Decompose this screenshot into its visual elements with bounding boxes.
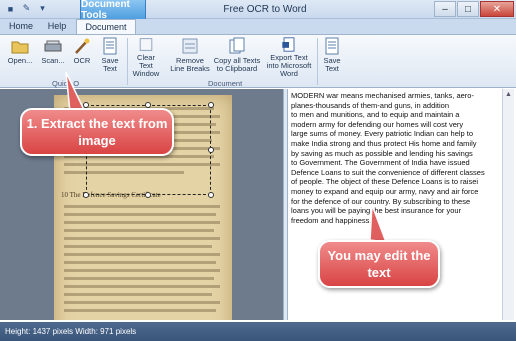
resize-handle[interactable] [145,192,151,198]
tools-icon[interactable]: ✎ [20,2,33,15]
maximize-button[interactable]: □ [457,1,479,17]
down-arrow-icon[interactable]: ▾ [36,2,49,15]
window-controls: – □ ✕ [433,1,514,17]
save-icon[interactable]: ■ [4,2,17,15]
text-line [64,221,220,224]
quick-access-toolbar: ■ ✎ ▾ [4,2,49,15]
ocr-button[interactable]: OCR [70,36,94,78]
text-line [64,237,220,240]
group-label-document: Document [208,79,243,88]
scan-label: Scan... [41,56,65,65]
save-text-label-2: Save Text [323,56,341,73]
text-line [64,293,212,296]
save-text-label: Save Text [101,56,119,73]
remove-line-breaks-button[interactable]: Remove Line Breaks [170,36,210,78]
remove-line-breaks-label: Remove Line Breaks [170,56,210,73]
resize-handle[interactable] [208,192,214,198]
window-title: Free OCR to Word [223,4,307,15]
ribbon-separator [127,38,128,85]
copy-to-clipboard-label: Copy all Texts to Clipboard [213,56,261,73]
resize-handle[interactable] [208,102,214,108]
status-bar: Height: 1437 pixels Width: 971 pixels [0,322,516,341]
text-scrollbar[interactable]: ▲ [502,89,514,320]
copy-to-clipboard-button[interactable]: Copy all Texts to Clipboard [212,36,262,78]
ocr-wand-icon [75,38,90,54]
text-line [64,229,214,232]
clear-text-window-button[interactable]: Clear Text Window [130,36,162,78]
ocr-label: OCR [73,56,91,65]
export-word-icon [282,37,295,52]
clear-window-icon [139,38,153,51]
save-text-button-2[interactable]: Save Text [320,36,344,78]
text-line [64,205,220,208]
save-text-icon [325,37,339,55]
minimize-button[interactable]: – [434,1,456,17]
save-text-button[interactable]: Save Text [96,36,124,78]
clear-text-window-label: Clear Text Window [132,53,160,78]
scroll-up-icon[interactable]: ▲ [503,89,514,101]
text-line [64,245,212,248]
text-line [64,309,216,312]
remove-line-breaks-icon [182,38,198,54]
ocr-text-content[interactable]: MODERN war means mechanised armies, tank… [291,91,499,225]
extract-text-callout: 1. Extract the text from image [20,108,174,156]
text-line [64,269,220,272]
group-label-quick: Quick O [52,79,80,88]
status-text: Height: 1437 pixels Width: 971 pixels [5,327,137,336]
edit-text-callout-text: You may edit the text [327,248,431,280]
ribbon-separator [317,38,318,85]
open-folder-icon [11,41,29,54]
copy-clipboard-icon [229,37,245,54]
tab-home[interactable]: Home [4,19,38,34]
scan-button[interactable]: Scan... [38,36,68,78]
close-button[interactable]: ✕ [480,1,514,17]
resize-handle[interactable] [208,147,214,153]
export-to-word-label: Export Text into Microsoft Word [266,53,312,78]
open-label: Open... [7,56,33,65]
resize-handle[interactable] [83,192,89,198]
text-line [64,213,216,216]
open-button[interactable]: Open... [4,36,36,78]
tab-document[interactable]: Document [76,19,136,34]
text-line [64,285,220,288]
extract-text-callout-text: 1. Extract the text from image [26,116,168,148]
ribbon: Open... Scan... OCR Save Text Clear Text… [0,34,516,88]
save-text-icon [103,37,117,55]
text-line [64,253,220,256]
text-line [64,277,214,280]
context-tab-document-tools[interactable]: Document Tools [80,0,146,21]
ribbon-tabs: Home Help Document [0,19,516,34]
scanner-icon [44,40,62,52]
title-bar: ■ ✎ ▾ Document Tools Free OCR to Word – … [0,0,516,21]
text-line [64,261,216,264]
edit-text-callout: You may edit the text [318,240,440,288]
text-line [64,301,220,304]
tab-help[interactable]: Help [40,19,74,34]
export-to-word-button[interactable]: Export Text into Microsoft Word [264,36,314,78]
